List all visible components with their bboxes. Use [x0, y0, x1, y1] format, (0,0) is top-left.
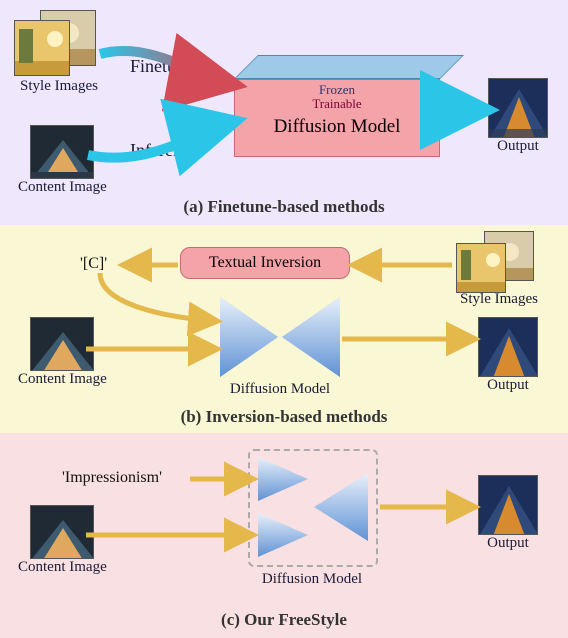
output-image	[488, 78, 548, 138]
content-image	[30, 125, 94, 179]
trainable-label: Trainable	[312, 96, 361, 112]
output-label-c: Output	[487, 535, 529, 552]
diffusion-hourglass-b	[220, 297, 340, 377]
panel-freestyle: 'Impressionism' Content Image Diffusion …	[0, 433, 568, 638]
output-label-b: Output	[487, 377, 529, 394]
style-images-stack-b	[456, 231, 540, 297]
content-image-wrap: Content Image	[18, 125, 107, 196]
diffusion-model-label-c: Diffusion Model	[232, 571, 392, 588]
style-images-label-b: Style Images	[454, 291, 544, 308]
freestyle-hourglass	[248, 449, 378, 567]
output-label: Output	[497, 138, 539, 155]
output-wrap-b: Output	[478, 317, 538, 394]
panel-b-caption: (b) Inversion-based methods	[0, 407, 568, 427]
content-image-wrap-c: Content Image	[18, 505, 107, 576]
diffusion-model-label-b: Diffusion Model	[214, 381, 346, 398]
output-image-c	[478, 475, 538, 535]
output-wrap-c: Output	[478, 475, 538, 552]
content-image-label-b: Content Image	[18, 371, 107, 388]
token-c: '[C]'	[80, 255, 107, 273]
textual-inversion-label: Textual Inversion	[209, 254, 321, 272]
content-image-c	[30, 505, 94, 559]
style-images-stack	[14, 10, 98, 76]
panel-a-caption: (a) Finetune-based methods	[0, 197, 568, 217]
style-image-b1	[456, 243, 506, 293]
content-image-label-c: Content Image	[18, 559, 107, 576]
panel-c-caption: (c) Our FreeStyle	[0, 610, 568, 630]
content-image-wrap-b: Content Image	[18, 317, 107, 388]
style-image-1	[14, 20, 70, 76]
panel-finetune: Style Images Content Image Frozen Traina…	[0, 0, 568, 225]
textual-inversion-block: Textual Inversion	[180, 247, 350, 279]
content-image-b	[30, 317, 94, 371]
panel-inversion: '[C]' Textual Inversion Style Images Con…	[0, 225, 568, 433]
token-impressionism: 'Impressionism'	[62, 469, 162, 487]
style-images-label: Style Images	[14, 78, 104, 95]
finetune-label: Finetune	[130, 56, 193, 77]
content-image-label: Content Image	[18, 179, 107, 196]
output-image-b	[478, 317, 538, 377]
diffusion-model-label: Diffusion Model	[274, 116, 401, 138]
output-wrap: Output	[488, 78, 548, 155]
inference-label: Inference	[130, 140, 198, 161]
